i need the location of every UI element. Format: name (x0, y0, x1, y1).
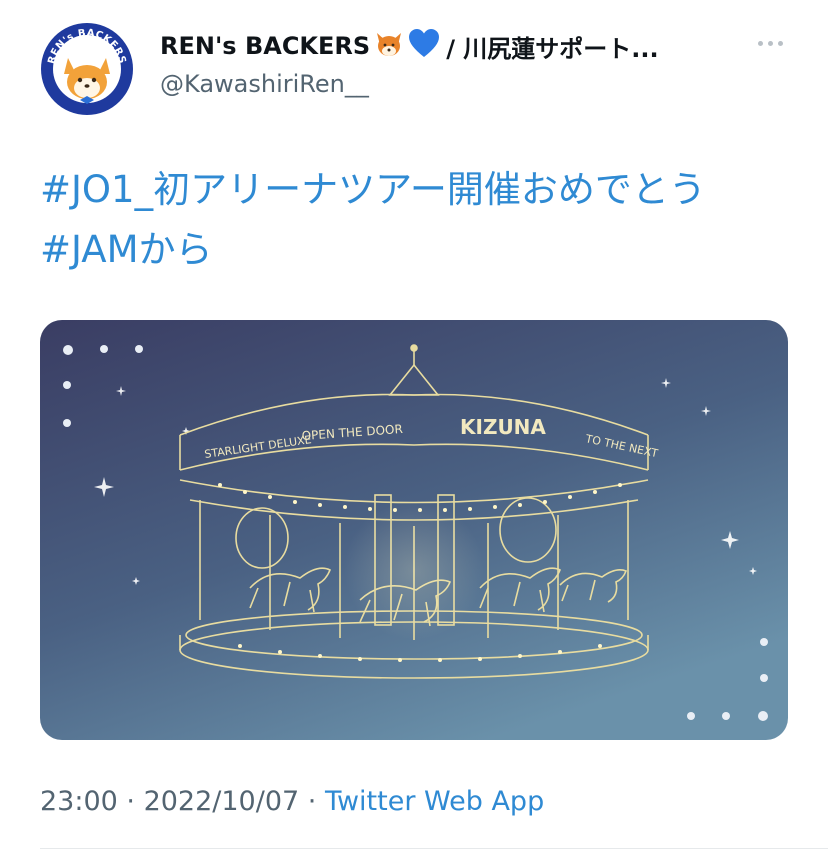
more-dot-icon (777, 40, 783, 46)
more-options-button[interactable] (752, 28, 788, 58)
hashtag-link[interactable]: #JO1_初アリーナツアー開催おめでとう (40, 160, 800, 220)
divider (40, 848, 828, 849)
fox-face-icon (374, 29, 404, 63)
tweet-media-image[interactable]: STARLIGHT DELUXE OPEN THE DOOR KIZUNA TO… (40, 320, 788, 740)
avatar-image: REN's BACKERS (41, 23, 133, 115)
tweet-date[interactable]: 2022/10/07 (144, 786, 300, 817)
display-name-suffix[interactable]: / 川尻蓮サポート... (446, 29, 658, 64)
author-handle[interactable]: @KawashiriRen__ (160, 70, 369, 98)
tweet-meta: 23:00 · 2022/10/07 · Twitter Web App (40, 786, 544, 817)
meta-separator: · (117, 786, 144, 817)
carousel-illustration: STARLIGHT DELUXE OPEN THE DOOR KIZUNA TO… (40, 320, 788, 740)
author-name-row[interactable]: REN's BACKERS / 川尻蓮サポート... (160, 28, 740, 64)
tweet-time[interactable]: 23:00 (40, 786, 118, 817)
sign-kizuna: KIZUNA (460, 415, 546, 439)
more-dot-icon (757, 40, 763, 46)
meta-separator: · (299, 786, 325, 817)
more-dot-icon (767, 40, 773, 46)
avatar[interactable]: REN's BACKERS (40, 22, 134, 116)
display-name[interactable]: REN's BACKERS (160, 32, 370, 60)
tweet-text: #JO1_初アリーナツアー開催おめでとう #JAMから (40, 160, 800, 280)
hashtag-link[interactable]: #JAMから (40, 220, 800, 280)
blue-heart-icon (408, 29, 440, 63)
source-app-link[interactable]: Twitter Web App (325, 786, 544, 817)
